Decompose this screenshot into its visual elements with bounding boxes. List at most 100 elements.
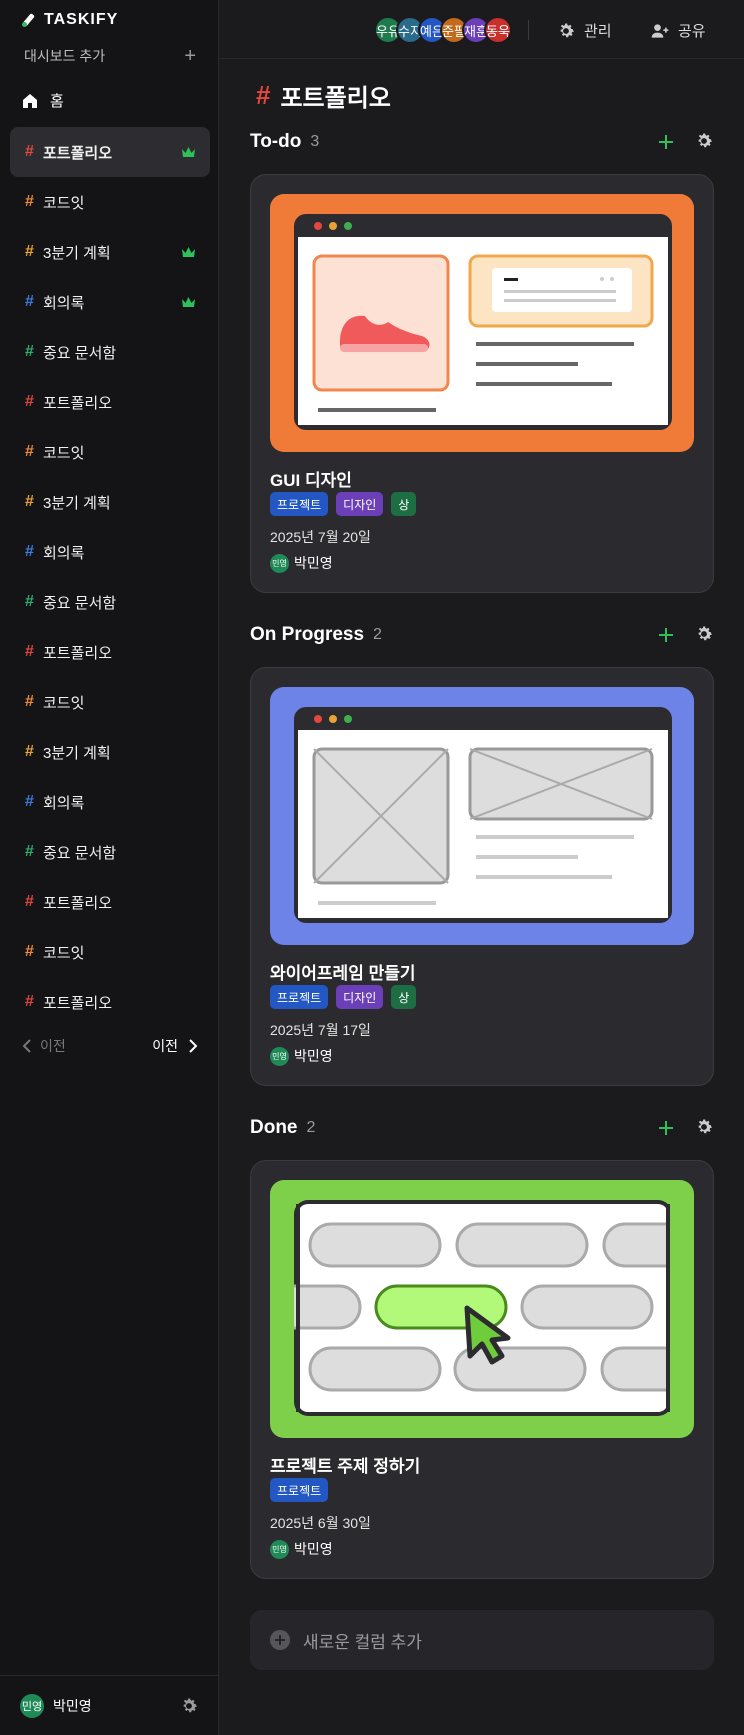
card-due-date: 2025년 6월 30일: [270, 1515, 371, 1531]
hash-icon: #: [25, 593, 34, 610]
hash-icon: #: [25, 343, 34, 360]
divider: [528, 20, 529, 40]
add-card-icon[interactable]: [656, 1118, 676, 1138]
tag: 상: [391, 492, 417, 516]
sidebar-item-label: 회의록: [43, 294, 85, 312]
column-name: Done: [250, 1117, 298, 1138]
column-name: To-do: [250, 131, 302, 152]
assignee-name: 박민영: [294, 1541, 333, 1557]
tag: 프로젝트: [270, 1478, 329, 1502]
avatar: 민영: [20, 1693, 44, 1718]
sidebar-item-label: 중요 문서함: [43, 594, 117, 612]
sidebar-item-board[interactable]: # 중요 문서함: [10, 827, 210, 877]
sidebar-item-label: 코드잇: [43, 944, 85, 962]
hash-icon: #: [25, 693, 34, 710]
avatar: 민영: [270, 1046, 289, 1066]
sidebar-footer: 민영 박민영: [0, 1675, 219, 1735]
sidebar-item-board[interactable]: # 코드잇: [10, 677, 210, 727]
sidebar-item-label: 중요 문서함: [43, 344, 117, 362]
sidebar-item-board[interactable]: #3분기 계획: [10, 227, 210, 277]
sidebar-item-board[interactable]: # 중요 문서함: [10, 327, 210, 377]
add-column-button[interactable]: 새로운 컬럼 추가: [250, 1610, 714, 1670]
sidebar: TASKIFY 대시보드 추가 + 홈 # 포트폴리오 # 코드잇 #3분기 계획 # 회의…: [0, 0, 219, 1735]
column-header-in-progress: On Progress 2: [250, 620, 714, 650]
sidebar-item-board[interactable]: # 중요 문서함: [10, 577, 210, 627]
logo-icon: [22, 13, 36, 27]
manage-button[interactable]: 관리: [556, 20, 612, 41]
tag-list: 프로젝트 디자인 상: [270, 985, 417, 1009]
sidebar-pager: 이전 이전: [22, 1036, 198, 1056]
add-card-icon[interactable]: [656, 132, 676, 152]
gear-icon: [560, 23, 574, 37]
task-card[interactable]: GUI 디자인 프로젝트 디자인 상 2025년 7월 20일 민영 박민영: [250, 174, 714, 593]
taskify-logo[interactable]: TASKIFY: [22, 11, 118, 29]
hash-icon: #: [25, 893, 34, 910]
crown-icon: [182, 297, 195, 307]
sidebar-item-label: 포트폴리오: [43, 994, 113, 1012]
card-assignee: 민영 박민영: [270, 1046, 333, 1066]
sidebar-item-label: 회의록: [43, 544, 85, 562]
sidebar-item-board[interactable]: # 회의록: [10, 777, 210, 827]
hash-icon: #: [25, 993, 34, 1010]
sidebar-item-board[interactable]: # 포트폴리오: [10, 127, 210, 177]
sidebar-item-label: 포트폴리오: [43, 394, 113, 412]
next-page-button[interactable]: 이전: [152, 1036, 198, 1056]
card-due-date: 2025년 7월 20일: [270, 529, 371, 545]
column-count: 3: [310, 133, 320, 150]
card-thumbnail: [270, 687, 694, 945]
sneaker-illustration: [270, 194, 694, 452]
column-settings-icon[interactable]: [694, 1117, 714, 1137]
dashboard-list: # 포트폴리오 # 코드잇 #3분기 계획 # 회의록 # 중요 문서함 # 포트폴리오 # 코드잇 #3…: [10, 127, 210, 1027]
sidebar-item-board[interactable]: # 포트폴리오: [10, 877, 210, 927]
home-link[interactable]: 홈: [22, 90, 64, 111]
prev-page-button[interactable]: 이전: [22, 1036, 66, 1056]
sidebar-item-board[interactable]: #3분기 계획: [10, 477, 210, 527]
tag-list: 프로젝트: [270, 1478, 329, 1502]
sidebar-item-label: 중요 문서함: [43, 844, 117, 862]
current-user[interactable]: 민영 박민영: [20, 1693, 92, 1718]
tag: 프로젝트: [270, 492, 329, 516]
sidebar-item-board[interactable]: # 회의록: [10, 527, 210, 577]
sidebar-item-board[interactable]: #3분기 계획: [10, 727, 210, 777]
sidebar-item-label: 코드잇: [43, 694, 85, 712]
add-user-icon: [651, 23, 669, 38]
assignee-name: 박민영: [294, 1048, 333, 1064]
plus-icon[interactable]: +: [184, 46, 196, 66]
add-dashboard-row[interactable]: 대시보드 추가 +: [24, 46, 196, 66]
add-card-icon[interactable]: [656, 625, 676, 645]
member-avatars[interactable]: 우유 수지 예은 준팔 재훈 동욱: [374, 16, 512, 44]
page-title: # 포트폴리오: [256, 78, 391, 113]
home-label: 홈: [50, 93, 64, 110]
member-avatar[interactable]: 동욱: [484, 16, 512, 44]
sidebar-item-board[interactable]: # 포트폴리오: [10, 377, 210, 427]
sidebar-item-label: 3분기 계획: [43, 744, 111, 762]
wireframe-illustration: [270, 687, 694, 945]
sidebar-item-board[interactable]: # 회의록: [10, 277, 210, 327]
card-thumbnail: [270, 1180, 694, 1438]
task-card[interactable]: 프로젝트 주제 정하기 프로젝트 2025년 6월 30일 민영 박민영: [250, 1160, 714, 1579]
column-header-todo: To-do 3: [250, 127, 714, 157]
share-button[interactable]: 공유: [650, 20, 706, 41]
title-hash: #: [256, 80, 271, 110]
pill-selection-illustration: [270, 1180, 694, 1438]
settings-gear-icon[interactable]: [179, 1696, 199, 1716]
task-card[interactable]: 와이어프레임 만들기 프로젝트 디자인 상 2025년 7월 17일 민영 박민…: [250, 667, 714, 1086]
sidebar-item-board[interactable]: # 코드잇: [10, 177, 210, 227]
sidebar-item-label: 코드잇: [43, 194, 85, 212]
sidebar-item-board[interactable]: # 포트폴리오: [10, 977, 210, 1027]
card-assignee: 민영 박민영: [270, 1539, 333, 1559]
column-settings-icon[interactable]: [694, 624, 714, 644]
sidebar-item-board[interactable]: # 코드잇: [10, 927, 210, 977]
prev-page-label: 이전: [40, 1038, 66, 1054]
hash-icon: #: [25, 393, 34, 410]
column-settings-icon[interactable]: [694, 131, 714, 151]
sidebar-item-label: 포트폴리오: [43, 894, 113, 912]
sidebar-item-board[interactable]: # 코드잇: [10, 427, 210, 477]
add-dashboard-label: 대시보드 추가: [24, 48, 106, 64]
column-name: On Progress: [250, 624, 365, 645]
hash-icon: #: [25, 293, 34, 310]
sidebar-item-label: 3분기 계획: [43, 244, 111, 262]
column-header-done: Done 2: [250, 1113, 714, 1143]
sidebar-item-board[interactable]: # 포트폴리오: [10, 627, 210, 677]
hash-icon: #: [25, 943, 34, 960]
